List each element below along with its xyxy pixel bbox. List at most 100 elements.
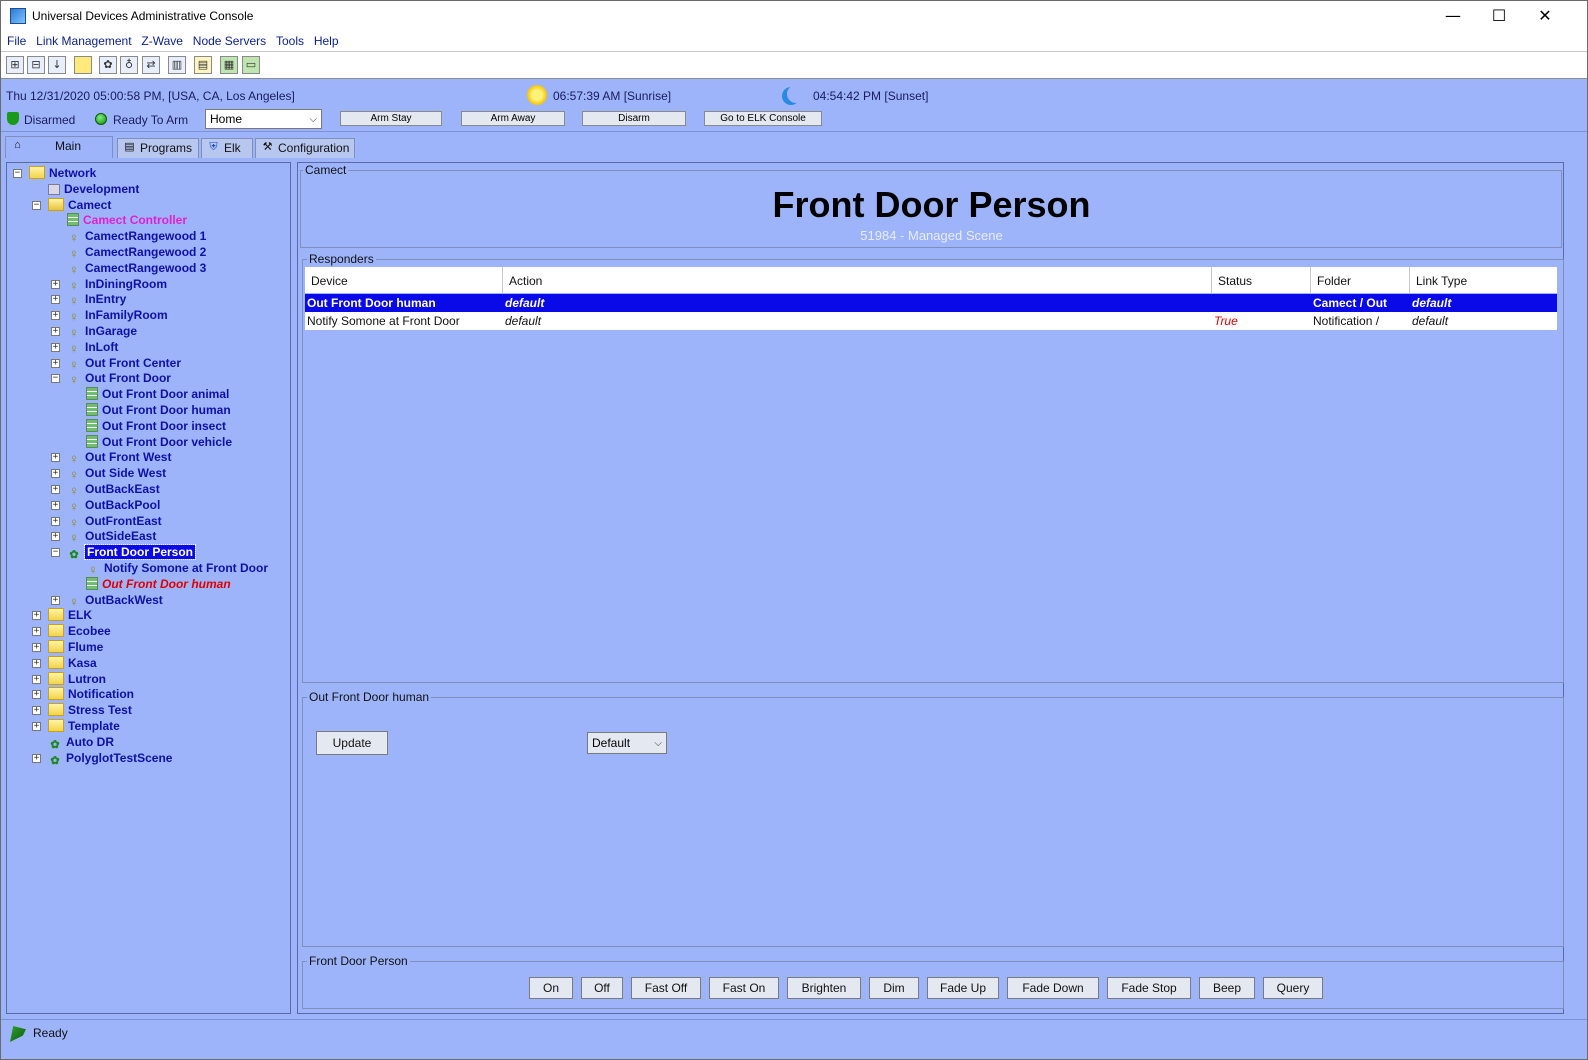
collapse-icon[interactable]: −: [13, 169, 22, 178]
tree-item-out-front-door[interactable]: ♀ Out Front Door: [67, 370, 171, 387]
chart-icon[interactable]: ▥: [168, 56, 186, 74]
fast-on-button[interactable]: Fast On: [709, 977, 779, 999]
table-row[interactable]: Out Front Door human default Camect / Out d…: [305, 294, 1557, 312]
expand-icon[interactable]: +: [51, 453, 60, 463]
tree-item-inentry[interactable]: ♀ InEntry: [67, 291, 126, 308]
expand-icon[interactable]: +: [51, 485, 60, 494]
menu-file[interactable]: File: [7, 34, 26, 48]
tree-item-outfronteast[interactable]: ♀ OutFrontEast: [67, 513, 162, 530]
menu-z-wave[interactable]: Z-Wave: [141, 34, 183, 48]
expand-icon[interactable]: +: [32, 690, 41, 700]
scenes-icon[interactable]: ✿: [99, 56, 117, 74]
minimize-button[interactable]: —: [1430, 1, 1476, 31]
detail-select[interactable]: Default ⌵: [587, 732, 667, 754]
menu-link-management[interactable]: Link Management: [36, 34, 131, 48]
tree-item-camect-controller[interactable]: Camect Controller: [67, 212, 187, 228]
menu-help[interactable]: Help: [314, 34, 339, 48]
tree-item-outsideeast[interactable]: ♀ OutSideEast: [67, 528, 156, 545]
expand-icon[interactable]: +: [51, 279, 60, 289]
expand-icon[interactable]: +: [51, 532, 60, 542]
expand-icon[interactable]: +: [32, 706, 41, 716]
tree-item-auto-dr[interactable]: ✿ Auto DR: [48, 734, 114, 751]
expand-icon[interactable]: +: [32, 674, 41, 684]
column-header-status[interactable]: Status: [1212, 267, 1311, 293]
tree-item-out-front-door-human[interactable]: Out Front Door human: [86, 402, 231, 418]
table-row[interactable]: Notify Somone at Front Door default True No…: [305, 312, 1557, 330]
off-button[interactable]: Off: [581, 977, 623, 999]
tree-item-outbackpool[interactable]: ♀ OutBackPool: [67, 497, 160, 514]
dim-button[interactable]: Dim: [869, 977, 919, 999]
arm-away-button[interactable]: Arm Away: [461, 111, 565, 126]
log-icon[interactable]: ▤: [194, 56, 212, 74]
battery-icon[interactable]: ▭: [242, 56, 260, 74]
sort-icon[interactable]: ↓: [48, 56, 66, 74]
tree-item-out-front-center[interactable]: ♀ Out Front Center: [67, 355, 181, 372]
expand-icon[interactable]: +: [51, 295, 60, 305]
tree-item-ingarage[interactable]: ♀ InGarage: [67, 323, 137, 340]
tree-item-out-side-west[interactable]: ♀ Out Side West: [67, 465, 166, 482]
column-header-folder[interactable]: Folder: [1311, 267, 1410, 293]
elk-console-button[interactable]: Go to ELK Console: [704, 111, 822, 126]
tree-item-out-front-door-insect[interactable]: Out Front Door insect: [86, 418, 226, 434]
collapse-icon[interactable]: −: [51, 548, 60, 558]
tab-main[interactable]: ⌂ Main: [5, 136, 113, 158]
close-button[interactable]: ✕: [1522, 1, 1568, 31]
fast-off-button[interactable]: Fast Off: [631, 977, 701, 999]
expand-icon[interactable]: +: [51, 595, 60, 605]
tree-item-out-front-west[interactable]: ♀ Out Front West: [67, 449, 171, 466]
link-icon[interactable]: ⇄: [142, 56, 160, 74]
tree-item-infamilyroom[interactable]: ♀ InFamilyRoom: [67, 307, 168, 324]
tree-item-indiningroom[interactable]: ♀ InDiningRoom: [67, 276, 167, 293]
brighten-button[interactable]: Brighten: [787, 977, 861, 999]
menu-node-servers[interactable]: Node Servers: [193, 34, 266, 48]
tree-item-out-front-door-vehicle[interactable]: Out Front Door vehicle: [86, 434, 232, 450]
beep-button[interactable]: Beep: [1199, 977, 1255, 999]
tree-item-lutron[interactable]: Lutron: [48, 671, 106, 687]
area-select[interactable]: Home ⌵: [205, 109, 322, 129]
tree-item-kasa[interactable]: Kasa: [48, 655, 97, 671]
column-header-link-type[interactable]: Link Type: [1410, 267, 1557, 293]
fade-up-button[interactable]: Fade Up: [927, 977, 999, 999]
maximize-button[interactable]: ☐: [1476, 1, 1522, 31]
fade-down-button[interactable]: Fade Down: [1007, 977, 1099, 999]
tree-item-camectrangewood-2[interactable]: ♀ CamectRangewood 2: [67, 244, 206, 261]
tree-item-polyglottestscene[interactable]: ✿ PolyglotTestScene: [48, 750, 172, 767]
expand-icon[interactable]: +: [51, 327, 60, 336]
expand-all-icon[interactable]: ⊞: [6, 56, 24, 74]
expand-icon[interactable]: +: [32, 658, 41, 668]
query-button[interactable]: Query: [1263, 977, 1323, 999]
tree-item-ecobee[interactable]: Ecobee: [48, 623, 111, 639]
expand-icon[interactable]: +: [51, 469, 60, 479]
tree-item-development[interactable]: Development: [48, 181, 139, 197]
tree-item-camect[interactable]: Camect: [48, 197, 111, 213]
tree-item-elk[interactable]: ELK: [48, 607, 92, 623]
collapse-all-icon[interactable]: ⊟: [27, 56, 45, 74]
tree-item-inloft[interactable]: ♀ InLoft: [67, 339, 118, 356]
menu-tools[interactable]: Tools: [276, 34, 304, 48]
tab-configuration[interactable]: ⚒ Configuration: [255, 138, 355, 158]
expand-icon[interactable]: +: [32, 722, 41, 731]
tab-programs[interactable]: ▤ Programs: [117, 138, 199, 158]
tree-item-notification[interactable]: Notification: [48, 686, 134, 702]
fade-stop-button[interactable]: Fade Stop: [1107, 977, 1191, 999]
collapse-icon[interactable]: −: [51, 374, 60, 384]
arm-stay-button[interactable]: Arm Stay: [340, 111, 442, 126]
expand-icon[interactable]: +: [32, 627, 41, 637]
tree-item-network[interactable]: Network: [29, 165, 96, 181]
tree-item-camectrangewood-1[interactable]: ♀ CamectRangewood 1: [67, 228, 206, 245]
notes-icon[interactable]: [74, 56, 92, 74]
expand-icon[interactable]: +: [51, 358, 60, 368]
expand-icon[interactable]: +: [51, 311, 60, 321]
expand-icon[interactable]: +: [51, 500, 60, 510]
column-header-device[interactable]: Device: [305, 267, 503, 293]
tree-item-flume[interactable]: Flume: [48, 639, 103, 655]
tree-item-outbackeast[interactable]: ♀ OutBackEast: [67, 481, 160, 498]
expand-icon[interactable]: +: [32, 611, 41, 621]
tree-item-outbackwest[interactable]: ♀ OutBackWest: [67, 592, 163, 609]
controller-icon[interactable]: ▦: [220, 56, 238, 74]
tree-item-out-front-door-animal[interactable]: Out Front Door animal: [86, 386, 229, 402]
tree-item-notify-somone-at-front-door[interactable]: ♀ Notify Somone at Front Door: [86, 560, 268, 577]
tree-item-front-door-person[interactable]: ✿ Front Door Person: [67, 544, 197, 561]
disarm-button[interactable]: Disarm: [582, 111, 686, 126]
expand-icon[interactable]: +: [32, 753, 41, 763]
